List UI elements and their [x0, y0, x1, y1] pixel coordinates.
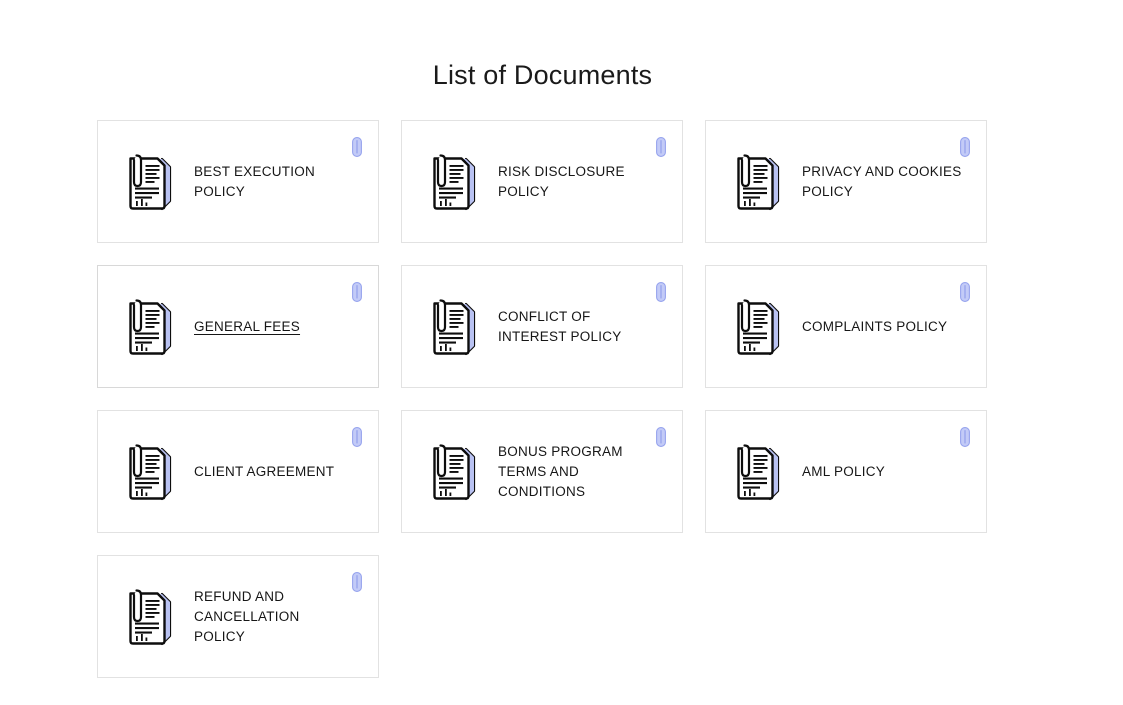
document-with-paperclip-icon	[732, 296, 788, 358]
paperclip-icon	[960, 427, 970, 447]
document-label-complaints-policy: COMPLAINTS POLICY	[802, 318, 948, 334]
document-card-privacy-and-cookies-policy[interactable]: PRIVACY AND COOKIES POLICY	[705, 120, 987, 243]
document-card-aml-policy[interactable]: AML POLICY	[705, 410, 987, 533]
document-with-paperclip-icon	[124, 151, 180, 213]
document-with-paperclip-icon	[124, 296, 180, 358]
document-label-risk-disclosure-policy: RISK DISCLOSURE POLICY	[498, 163, 625, 199]
document-label-refund-and-cancellation-policy: REFUND AND CANCELLATION POLICY	[194, 588, 300, 644]
documents-page: List of Documents BEST EXECUTION POLICY …	[0, 0, 1123, 705]
document-with-paperclip-icon	[428, 441, 484, 503]
document-label-client-agreement: CLIENT AGREEMENT	[194, 463, 335, 479]
paperclip-icon	[960, 282, 970, 302]
documents-grid: BEST EXECUTION POLICY RISK DISCLOSURE PO…	[97, 120, 988, 678]
document-card-bonus-program-terms[interactable]: BONUS PROGRAM TERMS AND CONDITIONS	[401, 410, 683, 533]
document-with-paperclip-icon	[124, 586, 180, 648]
document-with-paperclip-icon	[732, 151, 788, 213]
paperclip-icon	[352, 427, 362, 447]
document-label-privacy-and-cookies-policy: PRIVACY AND COOKIES POLICY	[802, 163, 962, 199]
document-card-best-execution-policy[interactable]: BEST EXECUTION POLICY	[97, 120, 379, 243]
document-with-paperclip-icon	[124, 441, 180, 503]
page-title: List of Documents	[432, 60, 653, 91]
document-label-general-fees: GENERAL FEES	[194, 318, 301, 334]
document-card-risk-disclosure-policy[interactable]: RISK DISCLOSURE POLICY	[401, 120, 683, 243]
document-card-refund-and-cancellation-policy[interactable]: REFUND AND CANCELLATION POLICY	[97, 555, 379, 678]
document-with-paperclip-icon	[428, 296, 484, 358]
paperclip-icon	[960, 137, 970, 157]
paperclip-icon	[352, 282, 362, 302]
paperclip-icon	[352, 137, 362, 157]
document-label-bonus-program-terms: BONUS PROGRAM TERMS AND CONDITIONS	[498, 443, 623, 499]
paperclip-icon	[656, 427, 666, 447]
document-label-conflict-of-interest-policy: CONFLICT OF INTEREST POLICY	[498, 308, 622, 344]
paperclip-icon	[656, 282, 666, 302]
paperclip-icon	[352, 572, 362, 592]
document-with-paperclip-icon	[428, 151, 484, 213]
document-label-best-execution-policy: BEST EXECUTION POLICY	[194, 163, 316, 199]
document-card-general-fees[interactable]: GENERAL FEES	[97, 265, 379, 388]
document-with-paperclip-icon	[732, 441, 788, 503]
document-card-conflict-of-interest-policy[interactable]: CONFLICT OF INTEREST POLICY	[401, 265, 683, 388]
document-card-client-agreement[interactable]: CLIENT AGREEMENT	[97, 410, 379, 533]
document-card-complaints-policy[interactable]: COMPLAINTS POLICY	[705, 265, 987, 388]
paperclip-icon	[656, 137, 666, 157]
document-label-aml-policy: AML POLICY	[802, 463, 886, 479]
